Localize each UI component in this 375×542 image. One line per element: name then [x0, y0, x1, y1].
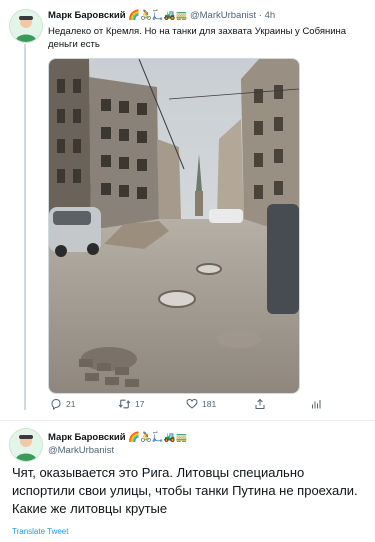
tweet2-header: Марк Баровский 🌈🚴🛴🚜🚃 @MarkUrbanist — [48, 431, 187, 457]
translate-link[interactable]: Translate Tweet — [12, 527, 68, 536]
tweet1-actions: 21 17 181 — [48, 398, 328, 414]
tweet-photo[interactable] — [48, 58, 300, 394]
like-count: 181 — [202, 399, 217, 409]
tweet2-text: Чят, оказывается это Рига. Литовцы специ… — [12, 465, 358, 516]
author-handle[interactable]: @MarkUrbanist — [190, 10, 256, 21]
analytics-button[interactable] — [310, 398, 322, 410]
tweet1-header: Марк Баровский 🌈🚴🛴🚜🚃 @MarkUrbanist · 4h — [48, 10, 370, 22]
retweet-count: 17 — [135, 399, 145, 409]
reply-icon — [51, 398, 61, 410]
author-avatar[interactable] — [9, 428, 43, 462]
retweet-button[interactable]: 17 — [118, 398, 144, 410]
like-button[interactable]: 181 — [186, 398, 216, 410]
tweet-time[interactable]: 4h — [265, 10, 276, 21]
thread-view: Марк Баровский 🌈🚴🛴🚜🚃 @MarkUrbanist · 4h … — [0, 0, 375, 542]
heart-icon — [186, 398, 198, 409]
tweet1-text: Недалеко от Кремля. Но на танки для захв… — [48, 26, 347, 50]
avatar-image — [10, 429, 42, 461]
author-handle[interactable]: @MarkUrbanist — [48, 444, 187, 457]
author-badges: 🌈🚴🛴🚜🚃 — [128, 432, 188, 443]
reply-count: 21 — [66, 399, 76, 409]
author-name[interactable]: Марк Баровский — [48, 10, 126, 21]
share-button[interactable] — [254, 398, 266, 410]
share-icon — [255, 398, 265, 409]
reply-button[interactable]: 21 — [50, 398, 75, 410]
tweet-divider — [0, 420, 375, 421]
author-badges: 🌈🚴🛴🚜🚃 — [128, 10, 188, 21]
author-name[interactable]: Марк Баровский — [48, 432, 126, 443]
thread-connector-line — [24, 44, 26, 410]
street-photo-image — [49, 59, 299, 393]
author-avatar[interactable] — [9, 9, 43, 43]
analytics-icon — [312, 400, 321, 409]
avatar-image — [10, 10, 42, 42]
header-separator: · — [258, 10, 262, 21]
retweet-icon — [118, 399, 131, 409]
